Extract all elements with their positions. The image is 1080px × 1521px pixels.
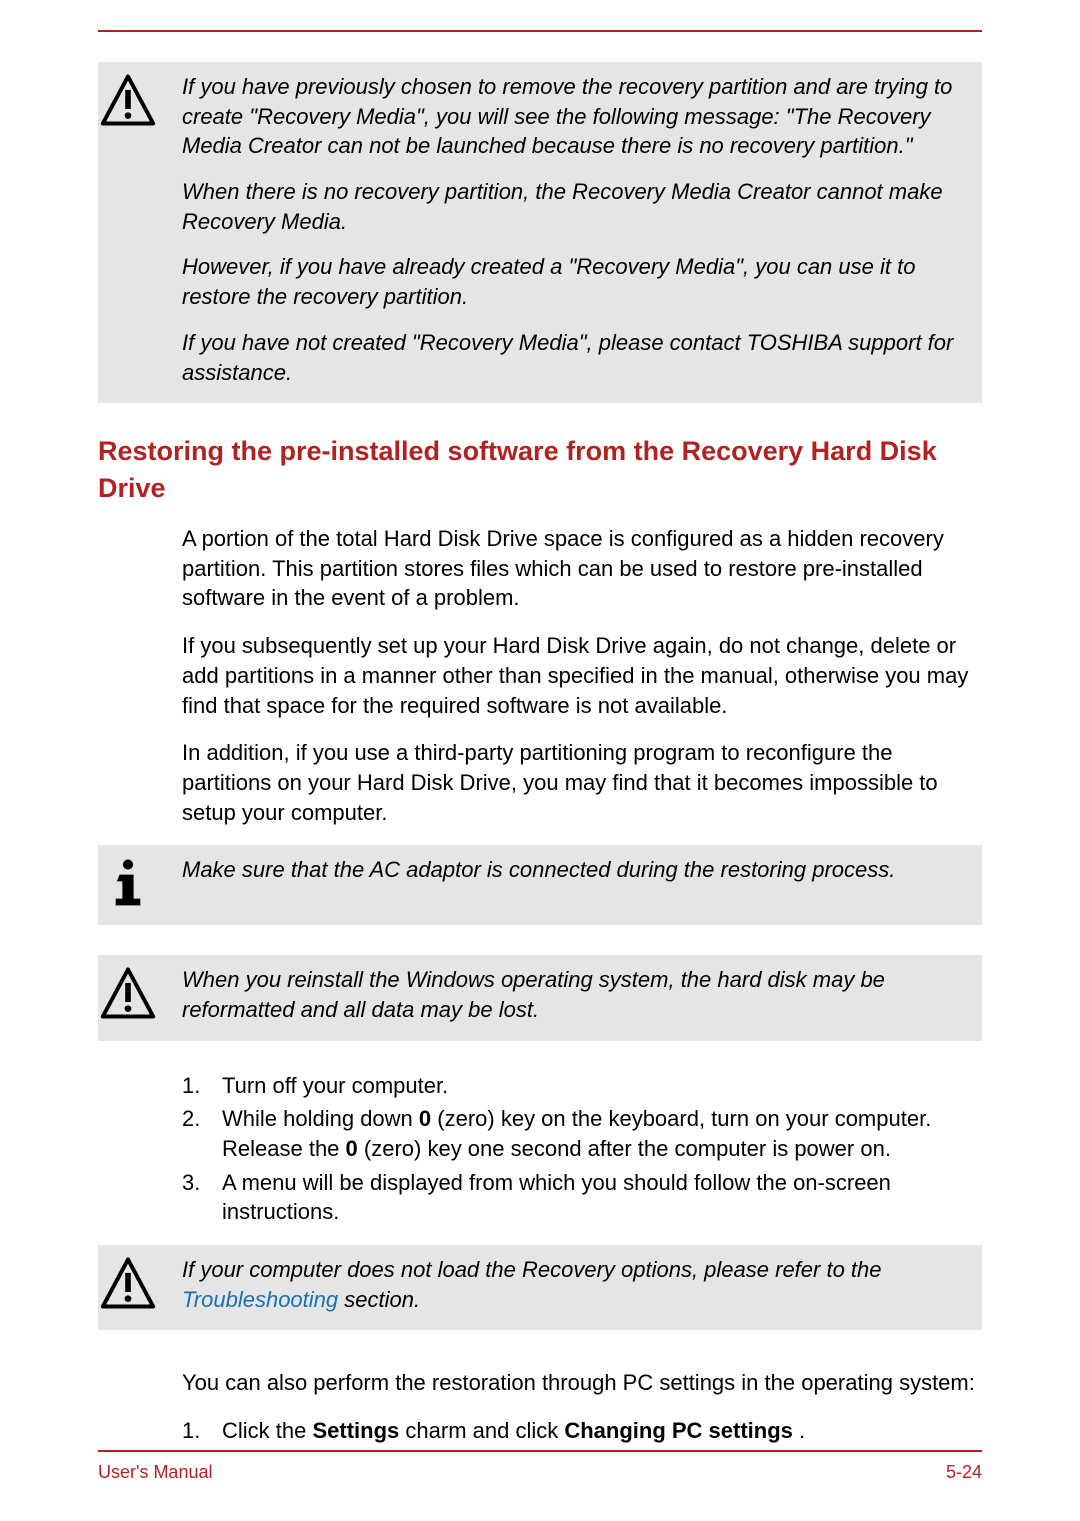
- ordered-list-2: 1. Click the Settings charm and click Ch…: [182, 1416, 982, 1446]
- callout-text: When you reinstall the Windows operating…: [182, 955, 968, 1026]
- warning-icon: [98, 1245, 182, 1316]
- list-number: 1.: [182, 1071, 222, 1101]
- callout-para: If you have previously chosen to remove …: [182, 72, 968, 161]
- troubleshooting-link[interactable]: Troubleshooting: [182, 1287, 338, 1312]
- callout-para: When you reinstall the Windows operating…: [182, 965, 968, 1024]
- body-paragraph: You can also perform the restoration thr…: [182, 1368, 982, 1398]
- ordered-list: 1. Turn off your computer. 2. While hold…: [182, 1071, 982, 1227]
- warning-callout-2: When you reinstall the Windows operating…: [98, 955, 982, 1040]
- list-item: 2. While holding down 0 (zero) key on th…: [182, 1104, 982, 1163]
- body-paragraph: If you subsequently set up your Hard Dis…: [182, 631, 982, 720]
- body-paragraph: A portion of the total Hard Disk Drive s…: [182, 524, 982, 613]
- callout-para: If you have not created "Recovery Media"…: [182, 328, 968, 387]
- list-text: While holding down 0 (zero) key on the k…: [222, 1104, 982, 1163]
- list-text: Click the Settings charm and click Chang…: [222, 1416, 982, 1446]
- warning-callout-3: If your computer does not load the Recov…: [98, 1245, 982, 1330]
- page-footer: User's Manual 5-24: [98, 1450, 982, 1483]
- list-text: A menu will be displayed from which you …: [222, 1168, 982, 1227]
- footer-right: 5-24: [946, 1462, 982, 1483]
- content-area: If you have previously chosen to remove …: [98, 32, 982, 1446]
- list-number: 2.: [182, 1104, 222, 1163]
- warning-icon: [98, 62, 182, 389]
- list-item: 1. Turn off your computer.: [182, 1071, 982, 1101]
- list-text: Turn off your computer.: [222, 1071, 982, 1101]
- callout-text: Make sure that the AC adaptor is connect…: [182, 845, 968, 911]
- callout-para: If your computer does not load the Recov…: [182, 1255, 968, 1314]
- warning-icon: [98, 955, 182, 1026]
- section-heading: Restoring the pre-installed software fro…: [98, 433, 982, 506]
- info-callout: Make sure that the AC adaptor is connect…: [98, 845, 982, 925]
- callout-para: When there is no recovery partition, the…: [182, 177, 968, 236]
- warning-callout-1: If you have previously chosen to remove …: [98, 62, 982, 403]
- list-item: 1. Click the Settings charm and click Ch…: [182, 1416, 982, 1446]
- footer-left: User's Manual: [98, 1462, 212, 1483]
- callout-text: If your computer does not load the Recov…: [182, 1245, 968, 1316]
- callout-para: Make sure that the AC adaptor is connect…: [182, 855, 968, 885]
- callout-para: However, if you have already created a "…: [182, 252, 968, 311]
- list-item: 3. A menu will be displayed from which y…: [182, 1168, 982, 1227]
- body-paragraph: In addition, if you use a third-party pa…: [182, 738, 982, 827]
- list-number: 1.: [182, 1416, 222, 1446]
- callout-text: If you have previously chosen to remove …: [182, 62, 968, 389]
- page-frame: If you have previously chosen to remove …: [98, 30, 982, 1490]
- info-icon: [98, 845, 182, 911]
- list-number: 3.: [182, 1168, 222, 1227]
